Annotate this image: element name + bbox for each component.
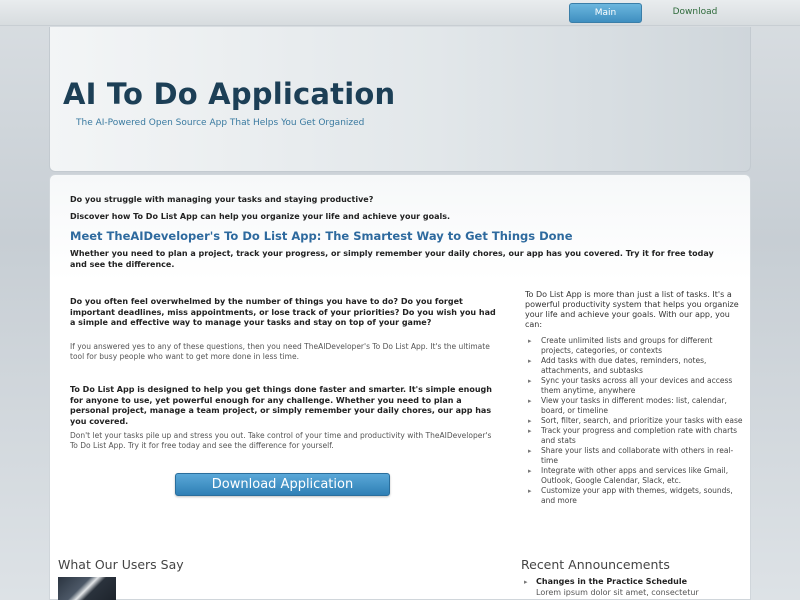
intro-discover: Discover how To Do List App can help you… — [70, 212, 451, 221]
triangle-bullet-icon: ▸ — [528, 487, 532, 495]
announcement-excerpt: Lorem ipsum dolor sit amet, consectetur — [536, 588, 699, 597]
feature-text: Add tasks with due dates, reminders, not… — [541, 356, 707, 375]
list-item: ▸ Customize your app with themes, widgets… — [528, 486, 743, 506]
triangle-bullet-icon: ▸ — [528, 397, 532, 405]
page-subtitle: The AI-Powered Open Source App That Help… — [76, 118, 365, 128]
triangle-bullet-icon: ▸ — [528, 447, 532, 455]
triangle-bullet-icon: ▸ — [528, 357, 532, 365]
feature-list: ▸ Create unlimited lists and groups for d… — [528, 336, 743, 506]
feature-text: Track your progress and completion rate … — [541, 426, 738, 445]
list-item: ▸ Create unlimited lists and groups for d… — [528, 336, 743, 356]
announcement-link[interactable]: Changes in the Practice Schedule — [536, 577, 687, 586]
designed-paragraph: To Do List App is designed to help you g… — [70, 385, 492, 426]
feature-text: View your tasks in different modes: list… — [541, 396, 727, 415]
list-item: ▸ Share your lists and collaborate with o… — [528, 446, 743, 466]
users-section-title: What Our Users Say — [58, 557, 184, 572]
nav-main-button[interactable]: Main — [569, 3, 642, 23]
list-item: ▸ Sort, filter, search, and prioritize yo… — [528, 416, 743, 426]
triangle-bullet-icon: ▸ — [528, 377, 532, 385]
feature-text: Customize your app with themes, widgets,… — [541, 486, 733, 505]
list-item: ▸ View your tasks in different modes: lis… — [528, 396, 743, 416]
call-to-action-paragraph: Don't let your tasks pile up and stress … — [70, 431, 492, 450]
feature-text: Integrate with other apps and services l… — [541, 466, 729, 485]
list-item: ▸ Sync your tasks across all your devices… — [528, 376, 743, 396]
download-application-button[interactable]: Download Application — [175, 473, 390, 496]
feature-text: Create unlimited lists and groups for di… — [541, 336, 713, 355]
overwhelmed-paragraph: Do you often feel overwhelmed by the num… — [70, 297, 496, 327]
feature-text: Share your lists and collaborate with ot… — [541, 446, 734, 465]
page-header: AI To Do Application The AI-Powered Open… — [49, 27, 751, 172]
triangle-bullet-icon: ▸ — [528, 337, 532, 345]
intro-question: Do you struggle with managing your tasks… — [70, 195, 374, 204]
feature-text: Sync your tasks across all your devices … — [541, 376, 733, 395]
features-intro: To Do List App is more than just a list … — [525, 290, 739, 329]
user-avatar — [58, 577, 116, 600]
lead-paragraph: Whether you need to plan a project, trac… — [70, 249, 714, 269]
triangle-bullet-icon: ▸ — [528, 467, 532, 475]
page-title: AI To Do Application — [63, 77, 396, 111]
announcements-section-title: Recent Announcements — [521, 557, 670, 572]
list-item: ▸ Add tasks with due dates, reminders, no… — [528, 356, 743, 376]
answer-paragraph: If you answered yes to any of these ques… — [70, 342, 490, 361]
feature-text: Sort, filter, search, and prioritize you… — [541, 416, 743, 425]
triangle-bullet-icon: ▸ — [528, 427, 532, 435]
triangle-bullet-icon: ▸ — [528, 417, 532, 425]
list-item: ▸ Track your progress and completion rate… — [528, 426, 743, 446]
list-item: ▸ Integrate with other apps and services … — [528, 466, 743, 486]
section-heading: Meet TheAIDeveloper's To Do List App: Th… — [70, 229, 573, 243]
nav-download-link[interactable]: Download — [662, 3, 728, 23]
triangle-bullet-icon: ▸ — [524, 578, 528, 586]
